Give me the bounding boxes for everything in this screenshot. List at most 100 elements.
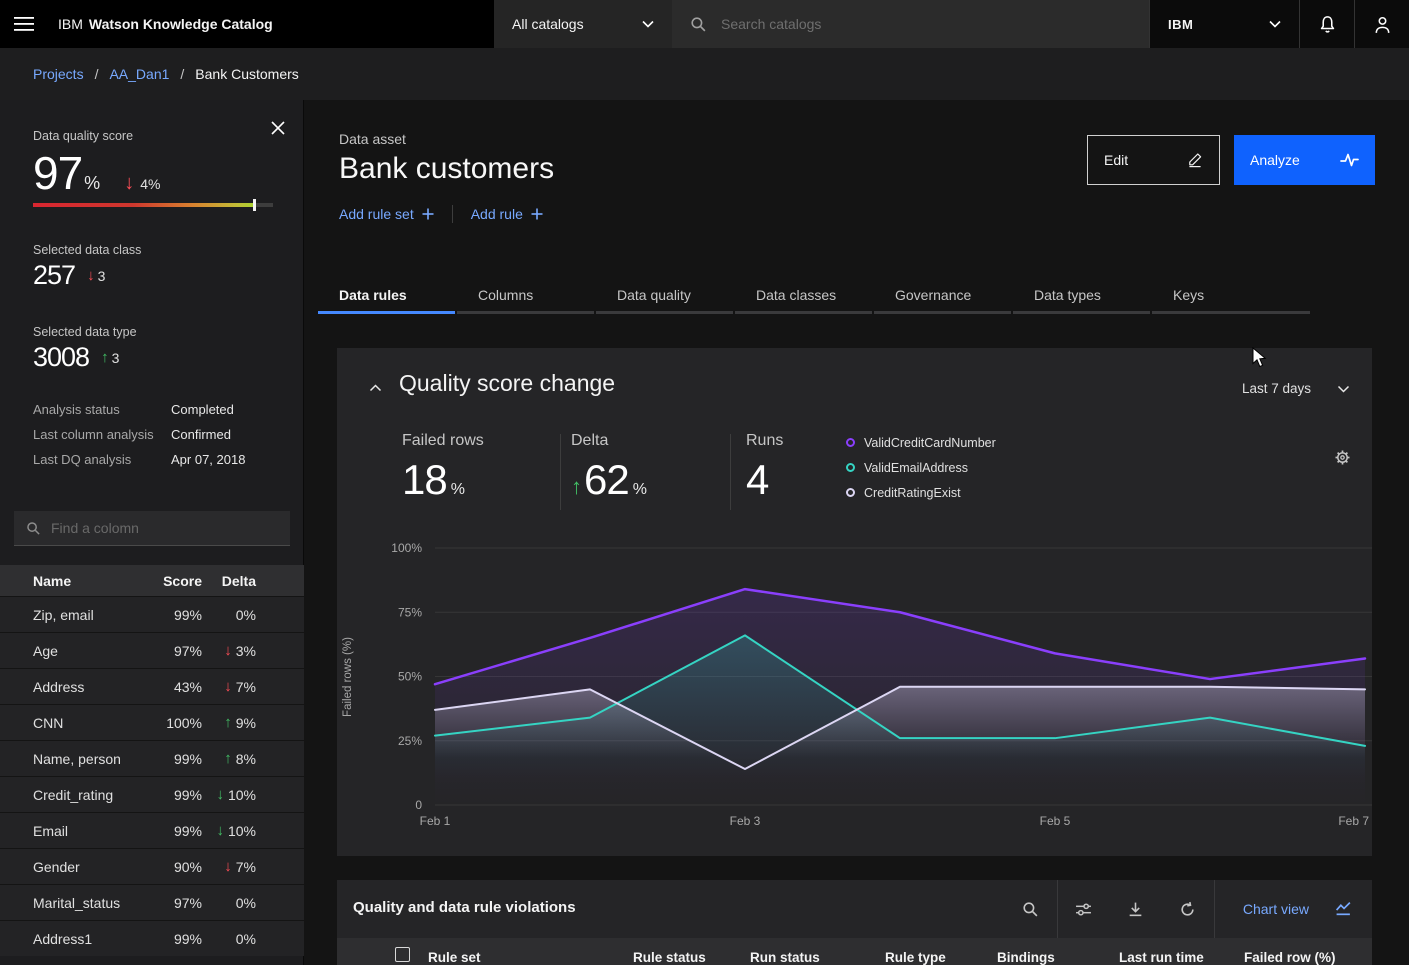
close-sidebar-button[interactable] [268, 118, 288, 138]
table-row[interactable]: Email99%↓10% [0, 812, 304, 848]
table-row[interactable]: Name, person99%↑8% [0, 740, 304, 776]
svg-text:25%: 25% [398, 734, 422, 748]
tab-data-types[interactable]: Data types [1013, 280, 1150, 314]
analysis-meta: Analysis statusCompletedLast column anal… [33, 402, 273, 477]
legend-marker-icon [846, 438, 855, 447]
chevron-up-icon [369, 384, 382, 392]
violations-column-header[interactable]: Run status [750, 950, 820, 965]
delta-value: 10% [228, 823, 256, 839]
add-icon [531, 208, 543, 220]
chart-card-title: Quality score change [399, 370, 615, 397]
add-rule-link[interactable]: Add rule [471, 206, 543, 222]
hamburger-icon [14, 17, 34, 31]
column-score-table: Name Score Delta Zip, email99%0%Age97%↓3… [0, 565, 304, 965]
table-row[interactable]: Address199%0% [0, 920, 304, 956]
tab-keys[interactable]: Keys [1152, 280, 1310, 314]
violations-column-header[interactable]: Failed row (%) [1244, 950, 1336, 965]
data-type-number: 3008 [33, 342, 89, 373]
delta-value: 0% [236, 607, 256, 623]
breadcrumb-separator: / [95, 66, 99, 82]
table-row[interactable]: Zip, email99%0% [0, 596, 304, 632]
svg-text:0: 0 [415, 798, 422, 812]
data-class-delta: 3 [98, 268, 106, 284]
pencil-icon [1187, 152, 1203, 168]
user-avatar-button[interactable] [1354, 0, 1409, 48]
gauge-marker [253, 199, 256, 211]
svg-text:50%: 50% [398, 670, 422, 684]
search-input[interactable] [721, 16, 1131, 32]
quality-score-unit: % [84, 173, 100, 194]
meta-label: Last DQ analysis [33, 452, 171, 467]
meta-label: Last column analysis [33, 427, 171, 442]
quality-score-number: 97 [33, 146, 82, 200]
col-header-name[interactable]: Name [0, 573, 130, 589]
refresh-button[interactable] [1162, 880, 1214, 938]
table-row[interactable]: Marital_status97%0% [0, 884, 304, 920]
breadcrumb: Projects / AA_Dan1 / Bank Customers [0, 48, 1409, 100]
column-delta: ↓7% [202, 678, 290, 695]
table-row[interactable]: Gender90%↓7% [0, 848, 304, 884]
violations-header-row: Rule set Rule status Run status Rule type Bi… [337, 938, 1372, 965]
hamburger-menu-button[interactable] [0, 0, 48, 48]
download-icon [1127, 901, 1144, 918]
catalog-selector-label: All catalogs [512, 16, 584, 32]
legend-item[interactable]: CreditRatingExist [846, 480, 996, 505]
table-search-button[interactable] [1005, 880, 1057, 938]
close-icon [271, 121, 285, 135]
column-score: 90% [130, 859, 202, 875]
svg-text:75%: 75% [398, 605, 422, 619]
legend-label: ValidCreditCardNumber [864, 436, 996, 450]
tab-data-classes[interactable]: Data classes [735, 280, 872, 314]
table-row[interactable]: Age97%↓3% [0, 632, 304, 668]
column-name: Marital_status [0, 895, 130, 911]
time-range-dropdown[interactable]: Last 7 days [1242, 381, 1350, 396]
data-type-delta: 3 [112, 350, 120, 366]
legend-item[interactable]: ValidCreditCardNumber [846, 430, 996, 455]
time-range-label: Last 7 days [1242, 381, 1311, 396]
column-name: Age [0, 643, 130, 659]
violations-column-header[interactable]: Rule status [633, 950, 706, 965]
select-all-checkbox[interactable] [395, 947, 410, 962]
divider [452, 205, 453, 223]
tab-columns[interactable]: Columns [457, 280, 594, 314]
breadcrumb-link-projects[interactable]: Projects [33, 66, 84, 82]
add-rule-set-link[interactable]: Add rule set [339, 206, 434, 222]
chart-view-toggle[interactable]: Chart view [1215, 880, 1372, 938]
col-header-delta[interactable]: Delta [202, 573, 290, 589]
find-column-input[interactable] [51, 520, 278, 536]
up-arrow-icon: ↑ [224, 714, 232, 731]
table-row[interactable]: Credit_rating99%↓10% [0, 776, 304, 812]
catalog-selector-dropdown[interactable]: All catalogs [494, 0, 672, 48]
column-name: Address [0, 679, 130, 695]
violations-column-header[interactable]: Rule type [885, 950, 946, 965]
col-header-score[interactable]: Score [130, 573, 202, 589]
tab-governance[interactable]: Governance [874, 280, 1011, 314]
violations-column-header[interactable]: Last run time [1119, 950, 1204, 965]
analyze-button[interactable]: Analyze [1234, 135, 1375, 185]
table-row[interactable]: Address43%↓7% [0, 668, 304, 704]
filter-settings-button[interactable] [1058, 880, 1110, 938]
chart-view-label: Chart view [1243, 901, 1309, 917]
chart-settings-button[interactable] [1331, 446, 1353, 468]
edit-button[interactable]: Edit [1087, 135, 1220, 185]
up-arrow-icon: ↑ [101, 349, 109, 366]
violations-column-header[interactable]: Rule set [428, 950, 481, 965]
quality-score-change-card: Quality score change Last 7 days Failed … [337, 348, 1372, 856]
tab-data-rules[interactable]: Data rules [318, 280, 455, 314]
tab-data-quality[interactable]: Data quality [596, 280, 733, 314]
legend-item[interactable]: ValidEmailAddress [846, 455, 996, 480]
tab-bar: Data rulesColumnsData qualityData classe… [318, 280, 1312, 314]
collapse-section-button[interactable] [365, 378, 385, 398]
breadcrumb-link-project[interactable]: AA_Dan1 [109, 66, 169, 82]
column-name: Address1 [0, 931, 130, 947]
account-selector-dropdown[interactable]: IBM [1149, 0, 1299, 48]
violations-column-header[interactable]: Bindings [997, 950, 1055, 965]
person-icon [1373, 15, 1392, 34]
notifications-button[interactable] [1299, 0, 1354, 48]
chevron-down-icon [642, 20, 654, 28]
stat-value: 4 [746, 456, 768, 504]
table-row[interactable]: CNN100%↑9% [0, 704, 304, 740]
column-score: 43% [130, 679, 202, 695]
download-button[interactable] [1110, 880, 1162, 938]
quality-score-line-chart[interactable]: 025%50%75%100%Feb 1Feb 3Feb 5Feb 7Failed… [337, 530, 1372, 840]
